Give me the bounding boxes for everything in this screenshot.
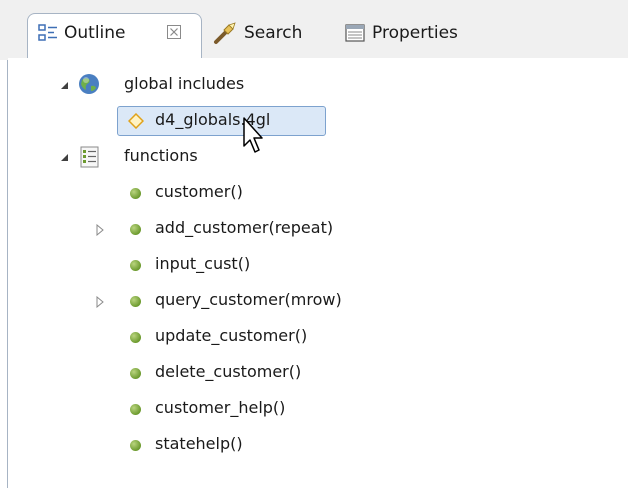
- tree-node-label: delete_customer(): [155, 362, 302, 381]
- tree-node-functions[interactable]: functions: [0, 144, 628, 170]
- tree-node-function[interactable]: statehelp(): [0, 432, 628, 458]
- tree-node-function[interactable]: update_customer(): [0, 324, 628, 350]
- tree-node-function[interactable]: delete_customer(): [0, 360, 628, 386]
- tree-node-function[interactable]: customer_help(): [0, 396, 628, 422]
- tab-bar-bottom-edge: [8, 58, 628, 60]
- outline-view: Outline Search Properties global include…: [0, 0, 628, 488]
- tree-node-label: customer_help(): [155, 398, 286, 417]
- globe-icon: [79, 74, 99, 94]
- triangle-right-icon[interactable]: [94, 224, 106, 236]
- tree-node-global-includes[interactable]: global includes: [0, 72, 628, 98]
- green-dot-icon: [130, 404, 141, 415]
- tree-node-function[interactable]: customer(): [0, 180, 628, 206]
- green-dot-icon: [130, 260, 141, 271]
- green-dot-icon: [130, 440, 141, 451]
- tab-search-label[interactable]: Search: [244, 23, 302, 43]
- green-dot-icon: [130, 368, 141, 379]
- close-icon[interactable]: [166, 24, 182, 40]
- outline-icon: [38, 24, 57, 41]
- green-dot-icon: [130, 296, 141, 307]
- tree-node-label: input_cust(): [155, 254, 251, 273]
- tree-node-function[interactable]: query_customer(mrow): [0, 288, 628, 314]
- green-dot-icon: [130, 188, 141, 199]
- green-dot-icon: [130, 332, 141, 343]
- tree-node-function[interactable]: add_customer(repeat): [0, 216, 628, 242]
- properties-icon: [345, 24, 365, 42]
- functions-list-icon: [80, 146, 99, 168]
- tree-node-label: statehelp(): [155, 434, 243, 453]
- triangle-right-icon[interactable]: [94, 296, 106, 308]
- green-dot-icon: [130, 224, 141, 235]
- tree-node-function[interactable]: input_cust(): [0, 252, 628, 278]
- tab-bar: Outline Search Properties: [0, 0, 628, 60]
- tree-node-label: functions: [124, 146, 198, 165]
- tab-properties-label[interactable]: Properties: [372, 23, 458, 43]
- tree-node-label: customer(): [155, 182, 243, 201]
- tree-node-label: update_customer(): [155, 326, 308, 345]
- triangle-down-icon[interactable]: [58, 151, 70, 163]
- tab-outline-label: Outline: [64, 23, 126, 43]
- diamond-icon: [128, 113, 144, 129]
- tree-node-label: query_customer(mrow): [155, 290, 342, 309]
- tree-node-label: global includes: [124, 74, 245, 93]
- tree-node-label: add_customer(repeat): [155, 218, 334, 237]
- search-flashlight-icon: [214, 22, 236, 44]
- triangle-down-icon[interactable]: [58, 79, 70, 91]
